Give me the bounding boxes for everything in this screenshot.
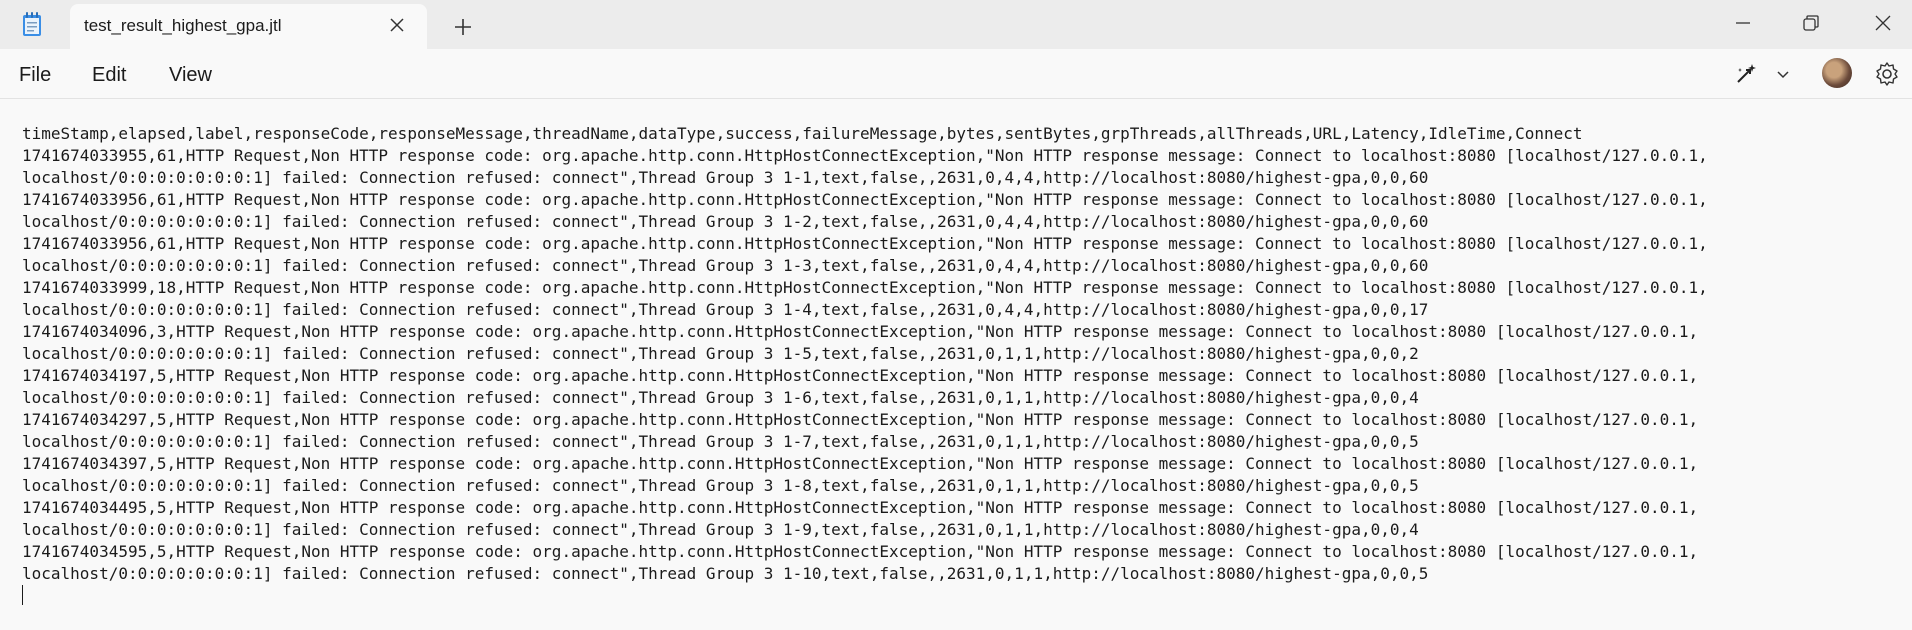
menu-bar: File Edit View <box>0 49 1912 99</box>
document-content[interactable]: timeStamp,elapsed,label,responseCode,res… <box>22 123 1708 585</box>
close-icon[interactable] <box>387 15 407 35</box>
chevron-down-icon[interactable] <box>1775 66 1791 82</box>
title-bar: test_result_highest_gpa.jtl <box>0 0 1912 49</box>
close-icon[interactable] <box>1872 12 1894 34</box>
plus-icon[interactable] <box>450 14 476 40</box>
restore-icon[interactable] <box>1800 12 1822 34</box>
menu-view[interactable]: View <box>169 64 212 87</box>
copilot-icon[interactable] <box>1732 60 1760 88</box>
tab-title: test_result_highest_gpa.jtl <box>84 16 282 35</box>
menu-edit[interactable]: Edit <box>92 64 126 87</box>
text-caret <box>22 585 23 605</box>
avatar[interactable] <box>1822 58 1852 88</box>
menu-file[interactable]: File <box>19 64 51 87</box>
gear-icon[interactable] <box>1874 61 1900 87</box>
tab-document[interactable]: test_result_highest_gpa.jtl <box>70 4 427 49</box>
notepad-icon[interactable] <box>21 11 43 37</box>
minimize-icon[interactable] <box>1732 12 1754 34</box>
text-editor[interactable]: timeStamp,elapsed,label,responseCode,res… <box>0 99 1912 630</box>
